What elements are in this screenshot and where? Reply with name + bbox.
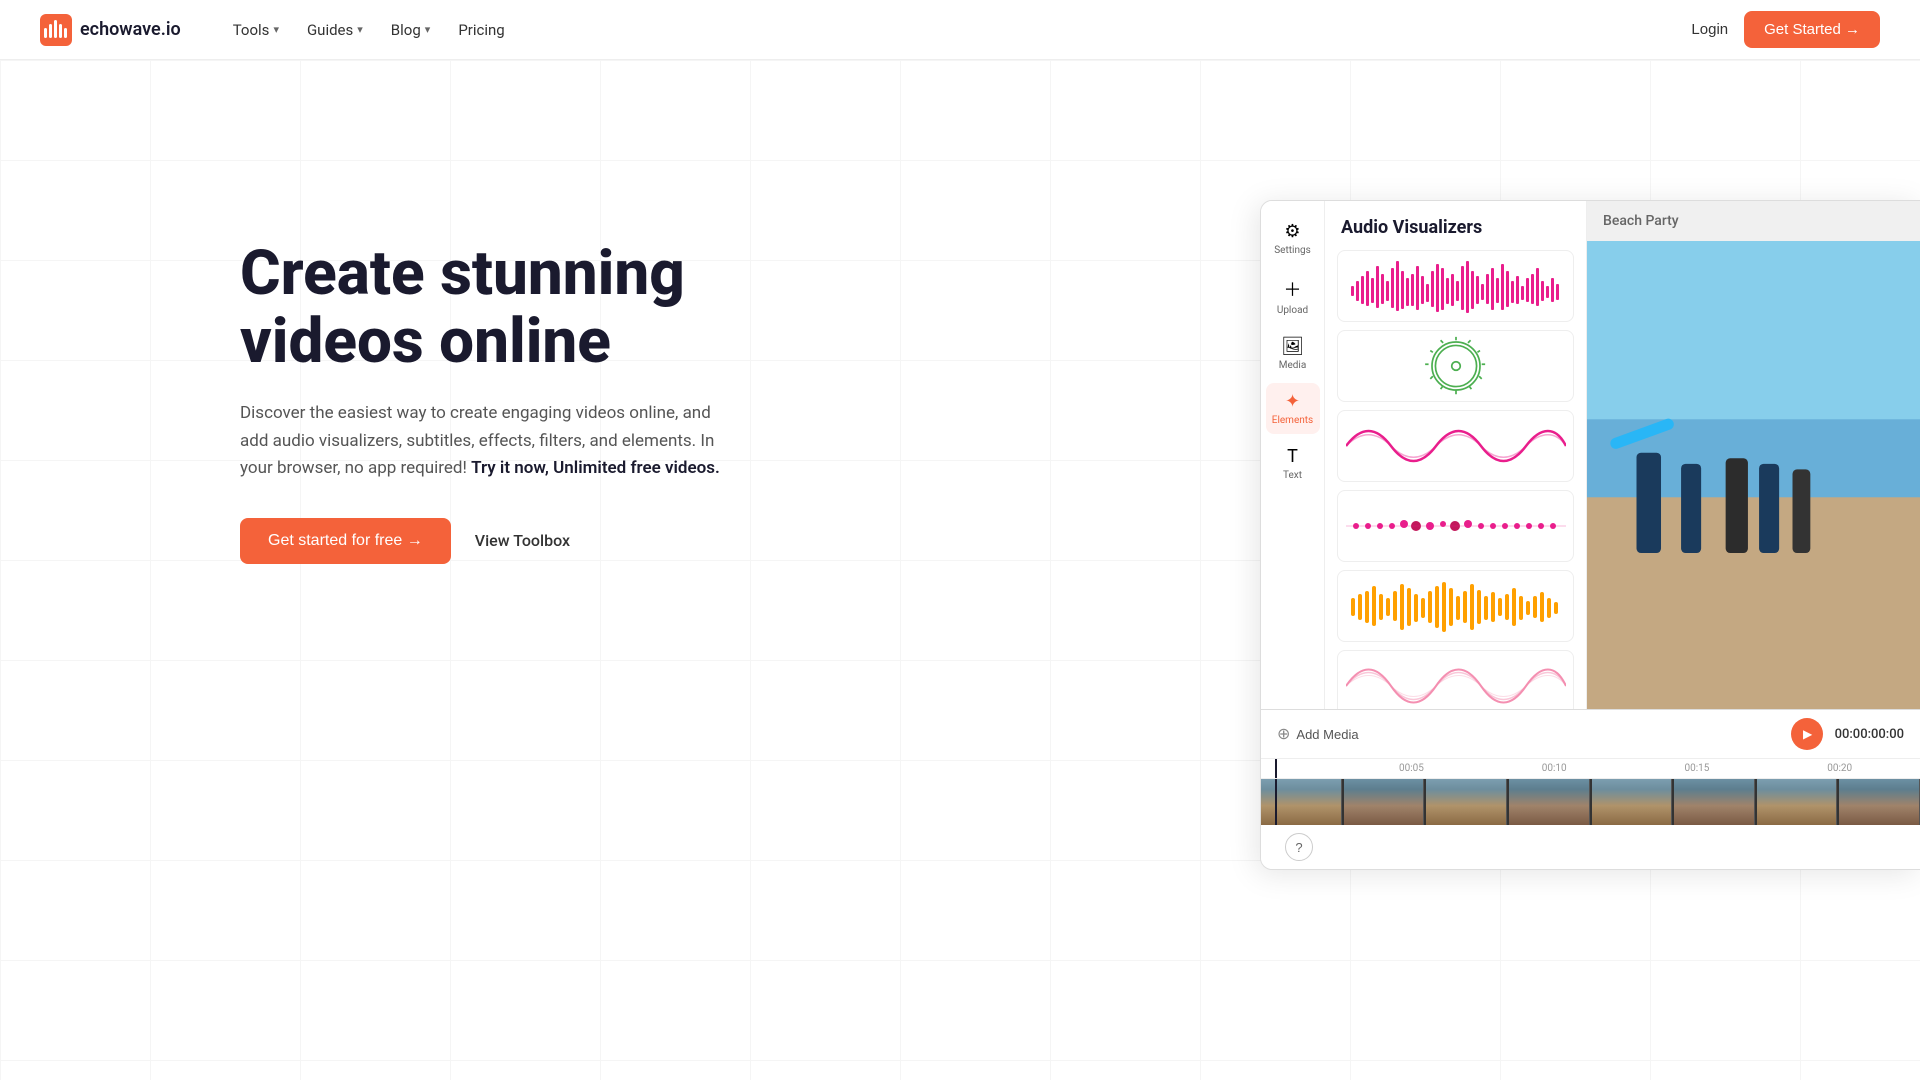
- nav-blog[interactable]: Blog ▾: [379, 15, 443, 45]
- sidebar-item-text[interactable]: T Text: [1266, 438, 1320, 489]
- ruler-track: 00:05 00:10 00:15 00:20: [1275, 763, 1920, 774]
- logo-icon: [40, 14, 72, 46]
- app-mockup: ⚙ Settings ＋ Upload 🖼 Media ✦ Elements T: [1260, 200, 1920, 870]
- viz-dots-svg: [1346, 496, 1566, 556]
- viz-circle[interactable]: [1337, 330, 1574, 402]
- film-frame-4: [1509, 779, 1590, 825]
- hero-left: Create stunning videos online Discover t…: [240, 120, 840, 564]
- viz-gold[interactable]: [1337, 570, 1574, 642]
- add-media-label: Add Media: [1296, 727, 1358, 742]
- play-icon: ▶: [1803, 727, 1812, 741]
- film-frame-7: [1757, 779, 1838, 825]
- preview-title: Beach Party: [1587, 201, 1920, 241]
- blog-chevron: ▾: [425, 23, 431, 36]
- preview-panel: Beach Party: [1587, 201, 1920, 709]
- media-icon: 🖼: [1281, 336, 1304, 357]
- film-frame-6: [1674, 779, 1755, 825]
- sidebar-item-media[interactable]: 🖼 Media: [1266, 328, 1320, 379]
- film-frame-5: [1592, 779, 1673, 825]
- panel-title: Audio Visualizers: [1325, 201, 1586, 250]
- hero-section: Create stunning videos online Discover t…: [0, 60, 1920, 1080]
- film-frame-1: [1261, 779, 1342, 825]
- viz-sine-svg: [1346, 416, 1566, 476]
- sidebar-item-elements[interactable]: ✦ Elements: [1266, 383, 1320, 434]
- upload-icon: ＋: [1284, 276, 1302, 302]
- hero-title: Create stunning videos online: [240, 240, 840, 376]
- viz-light-sine-svg: [1346, 656, 1566, 709]
- hero-cta-inline: Try it now, Unlimited free videos.: [471, 458, 720, 478]
- timeline-playhead: [1275, 759, 1277, 778]
- viz-dots[interactable]: [1337, 490, 1574, 562]
- ruler-mark-0: 00:05: [1399, 763, 1492, 774]
- nav-links: Tools ▾ Guides ▾ Blog ▾ Pricing: [221, 15, 1692, 45]
- viz-gold-svg: [1346, 576, 1566, 636]
- guides-chevron: ▾: [357, 23, 363, 36]
- pricing-label: Pricing: [458, 21, 504, 39]
- film-strip: [1261, 779, 1920, 825]
- timeline-ruler: 00:05 00:10 00:15 00:20: [1261, 759, 1920, 779]
- film-frame-8: [1839, 779, 1920, 825]
- get-started-free-button[interactable]: Get started for free →: [240, 518, 451, 564]
- viz-grid: [1325, 250, 1586, 709]
- sidebar-item-upload[interactable]: ＋ Upload: [1266, 268, 1320, 324]
- nav-pricing[interactable]: Pricing: [446, 15, 516, 45]
- help-button[interactable]: ?: [1285, 833, 1313, 861]
- viz-bars[interactable]: [1337, 250, 1574, 322]
- film-frame-2: [1344, 779, 1425, 825]
- hero-buttons: Get started for free → View Toolbox: [240, 518, 840, 564]
- tools-label: Tools: [233, 21, 270, 39]
- beach-scene: [1587, 241, 1920, 709]
- elements-icon: ✦: [1285, 391, 1300, 412]
- ruler-mark-2: 00:15: [1685, 763, 1778, 774]
- text-icon: T: [1287, 446, 1298, 467]
- viz-sine[interactable]: [1337, 410, 1574, 482]
- viz-light-sine[interactable]: [1337, 650, 1574, 709]
- visualizers-panel: Audio Visualizers: [1325, 201, 1587, 709]
- navbar: echowave.io Tools ▾ Guides ▾ Blog ▾ Pric…: [0, 0, 1920, 60]
- tools-chevron: ▾: [273, 23, 279, 36]
- viz-circle-svg: [1346, 336, 1566, 396]
- timeline-tracks: T Overlay Text: [1261, 779, 1920, 825]
- preview-image: [1587, 241, 1920, 709]
- timeline: ⊕ Add Media ▶ 00:00:00:00 00:05 00:10 00…: [1261, 709, 1920, 869]
- nav-right: Login Get Started →: [1691, 11, 1880, 48]
- add-media-icon: ⊕: [1277, 724, 1290, 744]
- film-frame-3: [1426, 779, 1507, 825]
- add-media-button[interactable]: ⊕ Add Media: [1277, 724, 1359, 744]
- view-toolbox-link[interactable]: View Toolbox: [475, 531, 570, 550]
- timecode: 00:00:00:00: [1835, 727, 1904, 742]
- blog-label: Blog: [391, 21, 421, 39]
- get-started-button[interactable]: Get Started →: [1744, 11, 1880, 48]
- timeline-playhead-track: [1275, 779, 1277, 825]
- logo-text: echowave.io: [80, 19, 181, 40]
- ruler-mark-3: 00:20: [1827, 763, 1920, 774]
- ruler-mark-1: 00:10: [1542, 763, 1635, 774]
- play-button[interactable]: ▶: [1791, 718, 1823, 750]
- guides-label: Guides: [307, 21, 353, 39]
- nav-guides[interactable]: Guides ▾: [295, 15, 375, 45]
- timeline-controls: ⊕ Add Media ▶ 00:00:00:00: [1261, 710, 1920, 759]
- hero-description: Discover the easiest way to create engag…: [240, 400, 720, 482]
- mockup-top: ⚙ Settings ＋ Upload 🖼 Media ✦ Elements T: [1261, 201, 1920, 709]
- settings-icon: ⚙: [1284, 221, 1300, 242]
- login-button[interactable]: Login: [1691, 21, 1728, 38]
- nav-tools[interactable]: Tools ▾: [221, 15, 291, 45]
- logo[interactable]: echowave.io: [40, 14, 181, 46]
- sidebar: ⚙ Settings ＋ Upload 🖼 Media ✦ Elements T: [1261, 201, 1325, 709]
- viz-bars-svg: [1346, 256, 1566, 316]
- sidebar-item-settings[interactable]: ⚙ Settings: [1266, 213, 1320, 264]
- beach-svg: [1587, 241, 1920, 709]
